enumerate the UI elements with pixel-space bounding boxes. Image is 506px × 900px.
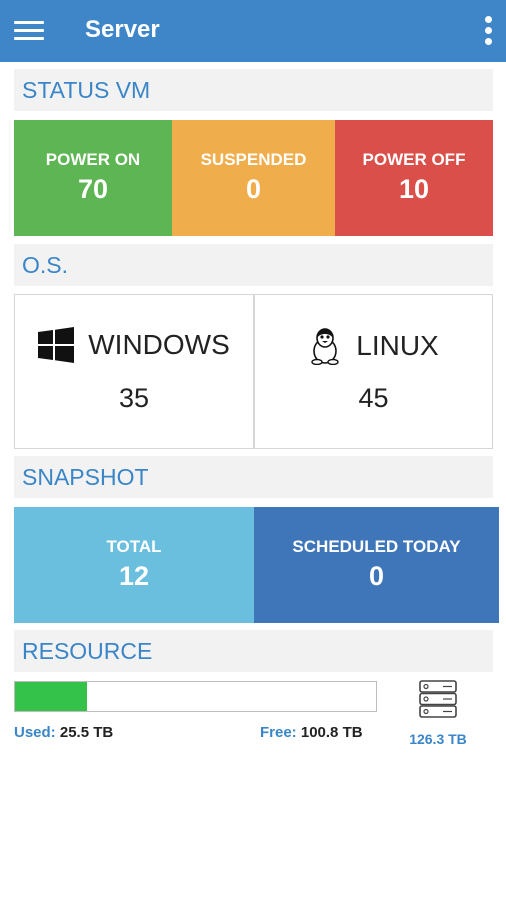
linux-tux-icon	[311, 328, 339, 366]
snapshot-heading: SNAPSHOT	[14, 456, 493, 498]
free-value: 100.8 TB	[300, 724, 363, 741]
used-label: Used:	[14, 724, 56, 741]
windows-card[interactable]: WINDOWS 35	[14, 294, 254, 449]
scheduled-today-label: SCHEDULED TODAY	[292, 537, 461, 556]
power-on-tile[interactable]: POWER ON 70	[14, 120, 172, 236]
storage-usage-fill	[15, 682, 88, 711]
windows-count: 35	[118, 383, 150, 413]
linux-card[interactable]: LINUX 45	[254, 294, 493, 449]
hamburger-menu-icon[interactable]	[14, 18, 44, 44]
used-storage: Used: 25.5 TB	[14, 724, 113, 741]
app-bar: Server	[0, 0, 506, 62]
suspended-count: 0	[245, 174, 262, 204]
used-value: 25.5 TB	[59, 724, 114, 741]
free-label: Free:	[260, 724, 297, 741]
snapshot-total-tile[interactable]: TOTAL 12	[14, 507, 254, 623]
windows-icon	[38, 327, 75, 363]
suspended-tile[interactable]: SUSPENDED 0	[172, 120, 335, 236]
linux-count: 45	[358, 383, 389, 413]
power-off-tile[interactable]: POWER OFF 10	[335, 120, 493, 236]
scheduled-today-tile[interactable]: SCHEDULED TODAY 0	[254, 507, 499, 623]
storage-usage-bar	[14, 681, 377, 712]
power-off-label: POWER OFF	[362, 150, 466, 169]
power-on-count: 70	[77, 174, 109, 204]
windows-label: WINDOWS	[88, 329, 230, 360]
total-capacity: 126.3 TB	[409, 731, 467, 747]
more-vert-icon[interactable]	[480, 14, 498, 48]
page-title: Server	[85, 16, 160, 43]
resource-heading: RESOURCE	[14, 630, 493, 672]
os-heading: O.S.	[14, 244, 493, 286]
snapshot-total-count: 12	[118, 561, 150, 591]
suspended-label: SUSPENDED	[200, 150, 307, 169]
linux-label: LINUX	[356, 330, 439, 361]
snapshot-total-label: TOTAL	[106, 537, 162, 556]
status-vm-heading: STATUS VM	[14, 69, 493, 111]
scheduled-today-count: 0	[368, 561, 385, 591]
free-storage: Free: 100.8 TB	[260, 724, 363, 741]
power-on-label: POWER ON	[45, 150, 141, 169]
storage-server-icon[interactable]	[419, 680, 457, 718]
power-off-count: 10	[398, 174, 430, 204]
